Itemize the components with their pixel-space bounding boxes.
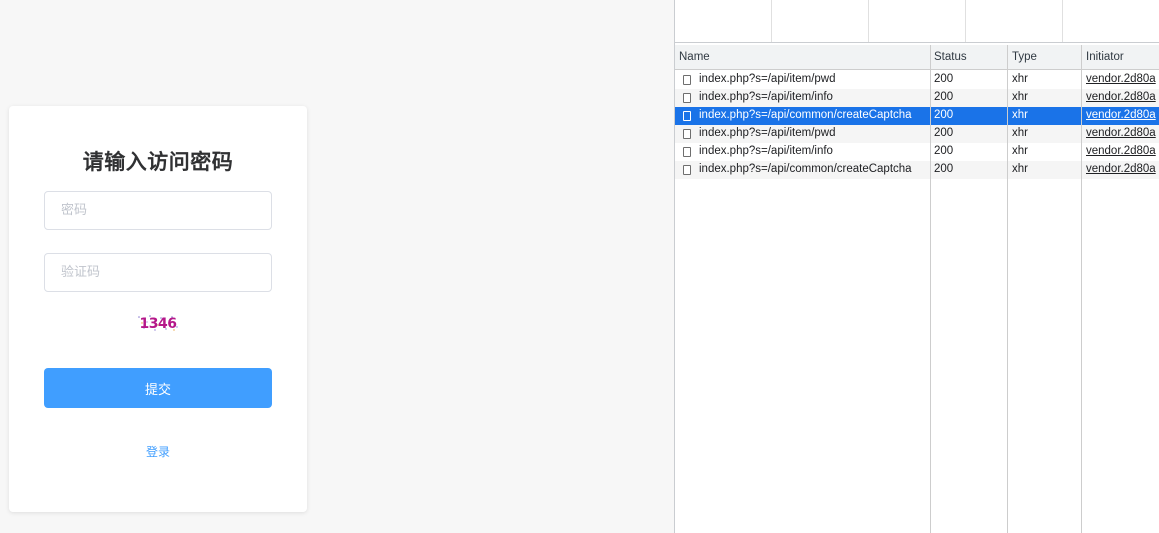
table-row[interactable]: index.php?s=/api/item/pwd 200 xhr vendor.2d… — [675, 125, 1159, 143]
table-row[interactable]: index.php?s=/api/item/pwd 200 xhr vendor.2d… — [675, 71, 1159, 89]
request-initiator-link[interactable]: vendor.2d80a — [1086, 91, 1159, 103]
request-name: index.php?s=/api/item/info — [699, 91, 833, 103]
table-row[interactable]: index.php?s=/api/common/createCaptcha 200… — [675, 161, 1159, 179]
network-overview-timeline[interactable] — [675, 0, 1159, 43]
captcha-input[interactable] — [44, 253, 272, 292]
request-status: 200 — [934, 145, 954, 157]
request-name: index.php?s=/api/common/createCaptcha — [699, 163, 912, 175]
request-type: xhr — [1012, 127, 1028, 139]
login-link[interactable]: 登录 — [9, 443, 307, 460]
request-initiator-link[interactable]: vendor.2d80a — [1086, 73, 1159, 85]
timeline-segment — [965, 0, 1063, 42]
password-card: 请输入访问密码 1346 提交 登录 — [9, 106, 307, 512]
request-name: index.php?s=/api/common/createCaptcha — [699, 109, 912, 121]
timeline-segment — [868, 0, 966, 42]
request-status: 200 — [934, 163, 954, 175]
request-name: index.php?s=/api/item/info — [699, 145, 833, 157]
request-type: xhr — [1012, 163, 1028, 175]
request-type: xhr — [1012, 109, 1028, 121]
request-table: Name Status Type Initiator index.php?s=/… — [675, 45, 1159, 533]
page-background: 请输入访问密码 1346 提交 登录 — [0, 0, 674, 533]
request-initiator-link[interactable]: vendor.2d80a — [1086, 127, 1159, 139]
table-row[interactable]: index.php?s=/api/common/createCaptcha 200… — [675, 107, 1159, 125]
table-row[interactable]: index.php?s=/api/item/info 200 xhr vendor.2… — [675, 89, 1159, 107]
request-initiator-link[interactable]: vendor.2d80a — [1086, 163, 1159, 175]
request-initiator-link[interactable]: vendor.2d80a — [1086, 145, 1159, 157]
column-divider[interactable] — [930, 45, 931, 533]
request-type: xhr — [1012, 73, 1028, 85]
column-divider[interactable] — [1007, 45, 1008, 533]
table-row[interactable]: index.php?s=/api/item/info 200 xhr vendor.2… — [675, 143, 1159, 161]
request-status: 200 — [934, 73, 954, 85]
timeline-segment — [675, 0, 772, 42]
timeline-segment — [771, 0, 869, 42]
document-icon — [683, 111, 691, 121]
request-status: 200 — [934, 91, 954, 103]
password-input[interactable] — [44, 191, 272, 230]
column-header-initiator[interactable]: Initiator — [1086, 51, 1124, 63]
devtools-network-panel: Name Status Type Initiator index.php?s=/… — [674, 0, 1159, 533]
document-icon — [683, 93, 691, 103]
table-header: Name Status Type Initiator — [675, 45, 1159, 70]
page-title: 请输入访问密码 — [82, 150, 234, 174]
document-icon — [683, 75, 691, 85]
column-header-type[interactable]: Type — [1012, 51, 1037, 63]
request-name: index.php?s=/api/item/pwd — [699, 73, 836, 85]
submit-button[interactable]: 提交 — [44, 368, 272, 408]
request-status: 200 — [934, 127, 954, 139]
column-header-status[interactable]: Status — [934, 51, 967, 63]
document-icon — [683, 165, 691, 175]
request-status: 200 — [934, 109, 954, 121]
column-header-name[interactable]: Name — [679, 51, 710, 63]
column-divider[interactable] — [1081, 45, 1082, 533]
document-icon — [683, 147, 691, 157]
request-name: index.php?s=/api/item/pwd — [699, 127, 836, 139]
request-type: xhr — [1012, 145, 1028, 157]
document-icon — [683, 129, 691, 139]
request-initiator-link[interactable]: vendor.2d80a — [1086, 109, 1159, 121]
captcha-text: 1346 — [140, 316, 177, 332]
captcha-image[interactable]: 1346 — [135, 313, 181, 333]
request-type: xhr — [1012, 91, 1028, 103]
